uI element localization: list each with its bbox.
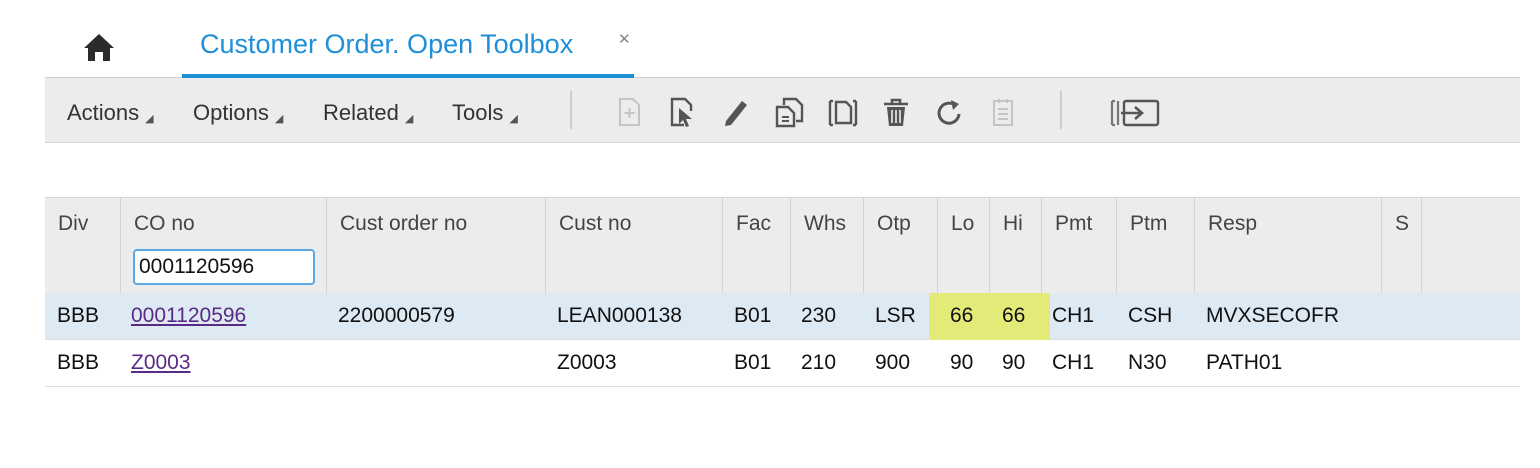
cell-ptm: CSH [1128, 304, 1173, 327]
cell-div: BBB [57, 304, 100, 327]
edit-button[interactable] [718, 95, 752, 129]
column-header-s[interactable]: S [1382, 198, 1422, 294]
column-label: Div [58, 212, 89, 235]
cell-lo: 90 [950, 351, 974, 374]
toolbar-divider [570, 91, 572, 129]
table-row[interactable]: BBB Z0003 Z0003 B01 210 900 90 90 CH1 N3… [45, 340, 1520, 387]
column-label: Cust order no [340, 212, 468, 235]
column-header-fac[interactable]: Fac [723, 198, 791, 294]
refresh-button[interactable] [932, 95, 966, 129]
notes-button[interactable] [986, 95, 1020, 129]
tab-bar: Customer Order. Open Toolbox ✕ [45, 0, 1520, 78]
tab-close-icon[interactable]: ✕ [618, 30, 631, 48]
column-label: Fac [736, 212, 772, 235]
column-header-lo[interactable]: Lo [938, 198, 990, 294]
export-button[interactable] [1107, 95, 1163, 129]
column-label: Lo [951, 212, 975, 235]
column-header-hi[interactable]: Hi [990, 198, 1042, 294]
caret-icon: ◢ [404, 113, 414, 125]
menu-related-label: Related [323, 100, 399, 125]
cell-otp: 900 [875, 351, 911, 374]
column-header-whs[interactable]: Whs [791, 198, 864, 294]
column-label: Ptm [1130, 212, 1168, 235]
cell-pmt: CH1 [1052, 304, 1095, 327]
menu-tools[interactable]: Tools ◢ [452, 100, 518, 126]
column-header-ptm[interactable]: Ptm [1117, 198, 1195, 294]
cell-whs: 210 [801, 351, 837, 374]
cell-div: BBB [57, 351, 100, 374]
column-label: Resp [1208, 212, 1258, 235]
duplicate-button[interactable] [826, 95, 860, 129]
column-header-div[interactable]: Div [45, 198, 121, 294]
column-header-cust-no[interactable]: Cust no [546, 198, 723, 294]
cell-fac: B01 [734, 304, 772, 327]
cell-resp: MVXSECOFR [1206, 304, 1340, 327]
delete-button[interactable] [879, 95, 913, 129]
column-label: Whs [804, 212, 846, 235]
copy-icon [775, 97, 804, 128]
export-icon [1110, 99, 1160, 127]
column-header-otp[interactable]: Otp [864, 198, 938, 294]
column-header-resp[interactable]: Resp [1195, 198, 1382, 294]
tab-title: Customer Order. Open Toolbox [200, 29, 574, 59]
refresh-icon [937, 100, 961, 125]
cell-cust-no: LEAN000138 [557, 304, 682, 327]
toolbar: Actions ◢ Options ◢ Related ◢ Tools ◢ [45, 78, 1520, 143]
caret-icon: ◢ [274, 113, 284, 125]
menu-actions-label: Actions [67, 100, 140, 125]
menu-options-label: Options [193, 100, 269, 125]
cell-otp: LSR [875, 304, 916, 327]
cell-pmt: CH1 [1052, 351, 1095, 374]
menu-related[interactable]: Related ◢ [323, 100, 413, 126]
duplicate-icon [828, 99, 858, 127]
home-icon [84, 34, 114, 61]
new-button[interactable] [612, 95, 646, 129]
toolbar-divider [1060, 91, 1062, 129]
cell-fac: B01 [734, 351, 772, 374]
column-label: CO no [134, 212, 195, 235]
edit-icon [725, 101, 747, 126]
cell-cust-no: Z0003 [557, 351, 617, 374]
column-header-pmt[interactable]: Pmt [1042, 198, 1117, 294]
caret-icon: ◢ [145, 113, 154, 125]
new-icon [619, 98, 640, 126]
lo-hi-highlight [929, 293, 1050, 340]
grid-header: Div CO no Cust order no Cust no Fac Whs … [45, 197, 1520, 294]
cell-co-no-link[interactable]: 0001120596 [131, 293, 246, 339]
co-no-filter-input[interactable] [133, 249, 315, 285]
menu-actions[interactable]: Actions ◢ [67, 100, 154, 126]
select-icon [670, 97, 693, 127]
cell-hi: 90 [1002, 351, 1026, 374]
cell-ptm: N30 [1128, 351, 1167, 374]
cell-resp: PATH01 [1206, 351, 1283, 374]
notes-icon [993, 99, 1013, 126]
menu-options[interactable]: Options ◢ [193, 100, 283, 126]
column-label: S [1395, 212, 1410, 235]
tab-customer-order[interactable]: Customer Order. Open Toolbox ✕ [182, 0, 634, 78]
menu-tools-label: Tools [452, 100, 504, 125]
home-button[interactable] [81, 30, 117, 64]
cell-whs: 230 [801, 304, 837, 327]
delete-icon [884, 98, 908, 126]
column-label: Cust no [559, 212, 632, 235]
cell-co-no-link[interactable]: Z0003 [131, 340, 191, 386]
column-label: Pmt [1055, 212, 1093, 235]
table-row[interactable]: BBB 0001120596 2200000579 LEAN000138 B01… [45, 293, 1520, 340]
column-header-co-no[interactable]: CO no [121, 198, 327, 294]
column-header-cust-order-no[interactable]: Cust order no [327, 198, 546, 294]
caret-icon: ◢ [509, 113, 518, 125]
cell-lo: 66 [950, 304, 974, 327]
column-label: Hi [1003, 212, 1023, 235]
cell-cust-order-no: 2200000579 [338, 304, 455, 327]
column-label: Otp [877, 212, 911, 235]
open-button[interactable] [664, 95, 698, 129]
copy-button[interactable] [772, 95, 806, 129]
cell-hi: 66 [1002, 304, 1026, 327]
